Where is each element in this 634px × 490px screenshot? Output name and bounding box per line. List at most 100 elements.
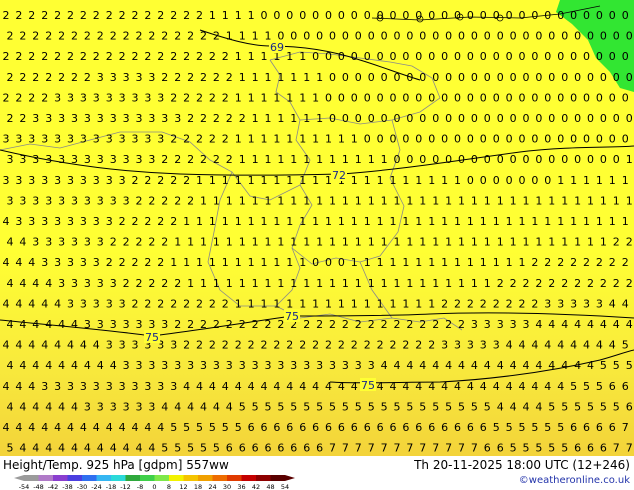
grid-value: 2 bbox=[174, 318, 181, 331]
grid-value: 1 bbox=[183, 256, 190, 269]
grid-value: 3 bbox=[161, 359, 168, 372]
grid-value: 1 bbox=[510, 236, 517, 249]
grid-value: 0 bbox=[493, 174, 500, 187]
grid-value: 3 bbox=[161, 112, 168, 125]
grid-value: 1 bbox=[587, 194, 594, 207]
grid-value: 0 bbox=[342, 71, 349, 84]
grid-value: 2 bbox=[626, 277, 633, 290]
grid-value: 1 bbox=[252, 194, 259, 207]
colorbar-swatch bbox=[198, 475, 213, 481]
grid-value: 1 bbox=[381, 153, 388, 166]
grid-value: 2 bbox=[252, 318, 259, 331]
grid-value: 4 bbox=[535, 318, 542, 331]
grid-value: 2 bbox=[119, 256, 126, 269]
grid-value: 3 bbox=[119, 133, 126, 146]
grid-value: 5 bbox=[548, 400, 555, 413]
grid-value: 4 bbox=[136, 442, 143, 455]
grid-value: 2 bbox=[183, 297, 190, 310]
grid-value: 0 bbox=[467, 9, 474, 22]
grid-value: 0 bbox=[329, 71, 336, 84]
grid-value: 4 bbox=[58, 442, 65, 455]
grid-value: 3 bbox=[119, 91, 126, 104]
colorbar-swatch bbox=[241, 475, 256, 481]
grid-value: 1 bbox=[261, 133, 268, 146]
credit-link[interactable]: ©weatheronline.co.uk bbox=[519, 475, 630, 486]
grid-value: 5 bbox=[574, 400, 581, 413]
grid-value: 3 bbox=[3, 133, 10, 146]
grid-value: 3 bbox=[480, 339, 487, 352]
grid-value: 0 bbox=[484, 30, 491, 43]
grid-value: 1 bbox=[510, 194, 517, 207]
grid-value: 0 bbox=[583, 133, 590, 146]
grid-value: 1 bbox=[587, 236, 594, 249]
grid-value: 1 bbox=[196, 215, 203, 228]
grid-value: 5 bbox=[544, 421, 551, 434]
grid-value: 2 bbox=[84, 71, 91, 84]
grid-value: 0 bbox=[596, 91, 603, 104]
grid-value: 1 bbox=[303, 277, 310, 290]
grid-value: 2 bbox=[351, 339, 358, 352]
grid-value: 1 bbox=[316, 236, 323, 249]
grid-value: 2 bbox=[213, 153, 220, 166]
grid-value: 3 bbox=[93, 380, 100, 393]
grid-value: 2 bbox=[196, 9, 203, 22]
grid-value: 4 bbox=[583, 339, 590, 352]
grid-value: 2 bbox=[415, 339, 422, 352]
grid-value: 5 bbox=[196, 421, 203, 434]
grid-value: 1 bbox=[484, 277, 491, 290]
grid-value: 5 bbox=[596, 380, 603, 393]
grid-value: 3 bbox=[54, 215, 61, 228]
grid-value: 5 bbox=[561, 442, 568, 455]
grid-value: 3 bbox=[467, 339, 474, 352]
grid-value: 0 bbox=[381, 30, 388, 43]
grid-value: 2 bbox=[561, 277, 568, 290]
grid-value: 3 bbox=[71, 153, 78, 166]
grid-value: 3 bbox=[570, 297, 577, 310]
grid-value: 3 bbox=[123, 153, 130, 166]
grid-value: 1 bbox=[286, 50, 293, 63]
grid-value: 1 bbox=[248, 133, 255, 146]
grid-value: 0 bbox=[557, 133, 564, 146]
grid-value: 5 bbox=[510, 442, 517, 455]
grid-value: 2 bbox=[519, 297, 526, 310]
grid-value: 1 bbox=[316, 71, 323, 84]
grid-value: 3 bbox=[252, 359, 259, 372]
grid-value: 5 bbox=[174, 442, 181, 455]
grid-value: 1 bbox=[432, 194, 439, 207]
grid-value: 2 bbox=[7, 71, 14, 84]
grid-value: 3 bbox=[45, 236, 52, 249]
grid-value: 0 bbox=[596, 9, 603, 22]
grid-value: 4 bbox=[574, 318, 581, 331]
grid-value: 4 bbox=[15, 421, 22, 434]
grid-value: 1 bbox=[286, 91, 293, 104]
grid-value: 3 bbox=[54, 133, 61, 146]
grid-value: 1 bbox=[402, 256, 409, 269]
grid-value: 1 bbox=[535, 236, 542, 249]
grid-value: 2 bbox=[28, 91, 35, 104]
grid-value: 2 bbox=[45, 71, 52, 84]
grid-value: 0 bbox=[415, 133, 422, 146]
grid-value: 4 bbox=[3, 215, 10, 228]
grid-value: 1 bbox=[355, 194, 362, 207]
grid-value: 5 bbox=[406, 400, 413, 413]
grid-value: 1 bbox=[248, 215, 255, 228]
grid-value: 1 bbox=[415, 297, 422, 310]
grid-value: 4 bbox=[273, 380, 280, 393]
grid-value: 6 bbox=[390, 421, 397, 434]
grid-value: 2 bbox=[596, 256, 603, 269]
grid-value: 0 bbox=[531, 133, 538, 146]
grid-value: 1 bbox=[402, 297, 409, 310]
grid-value: 7 bbox=[342, 442, 349, 455]
grid-value: 2 bbox=[132, 215, 139, 228]
grid-value: 2 bbox=[132, 297, 139, 310]
grid-value: 1 bbox=[390, 174, 397, 187]
grid-value: 1 bbox=[222, 215, 229, 228]
grid-value: 0 bbox=[445, 30, 452, 43]
grid-value: 4 bbox=[196, 380, 203, 393]
grid-value: 1 bbox=[303, 71, 310, 84]
grid-value: 0 bbox=[506, 174, 513, 187]
valid-time: Th 20-11-2025 18:00 UTC (12+246) bbox=[414, 458, 630, 472]
grid-value: 1 bbox=[277, 236, 284, 249]
grid-value: 1 bbox=[394, 236, 401, 249]
grid-value: 0 bbox=[493, 9, 500, 22]
